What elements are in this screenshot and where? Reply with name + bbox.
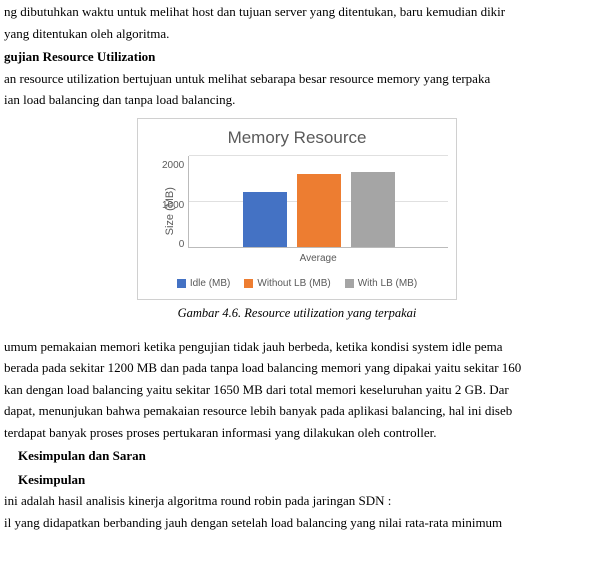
legend-swatch-icon (177, 279, 186, 288)
chart-legend-item: With LB (MB) (345, 276, 417, 291)
legend-swatch-icon (244, 279, 253, 288)
chart-legend: Idle (MB) Without LB (MB) With LB (MB) (146, 276, 448, 291)
chart-ytick: 0 (179, 237, 185, 252)
figure-caption: Gambar 4.6. Resource utilization yang te… (4, 304, 590, 323)
legend-label: Without LB (MB) (257, 276, 330, 291)
chart-bars-region: Average (188, 156, 448, 266)
chart-bar-idle (243, 192, 287, 247)
paragraph-text: umum pemakaian memori ketika pengujian t… (4, 337, 590, 357)
legend-label: With LB (MB) (358, 276, 417, 291)
chart-ylabel-wrap: Size (MB) (146, 156, 162, 266)
chart-plot-area: Size (MB) 2000 1000 0 Average (146, 156, 448, 266)
paragraph-text: yang ditentukan oleh algoritma. (4, 24, 590, 44)
chart-ytick: 2000 (162, 158, 184, 173)
paragraph-text: kan dengan load balancing yaitu sekitar … (4, 380, 590, 400)
chart-ylabel: Size (MB) (162, 187, 179, 235)
legend-label: Idle (MB) (190, 276, 231, 291)
legend-swatch-icon (345, 279, 354, 288)
paragraph-text: an resource utilization bertujuan untuk … (4, 69, 590, 89)
chart-gridline (189, 155, 448, 156)
chart-bar-without-lb (297, 174, 341, 247)
paragraph-text: terdapat banyak proses proses pertukaran… (4, 423, 590, 443)
paragraph-text: berada pada sekitar 1200 MB dan pada tan… (4, 358, 590, 378)
chart-container: Memory Resource Size (MB) 2000 1000 0 Av… (137, 118, 457, 301)
chart-bar-with-lb (351, 172, 395, 247)
chart-title: Memory Resource (146, 125, 448, 151)
chart-xlabel: Average (188, 251, 448, 266)
chart-legend-item: Idle (MB) (177, 276, 231, 291)
paragraph-text: ian load balancing dan tanpa load balanc… (4, 90, 590, 110)
paragraph-text: dapat, menunjukan bahwa pemakaian resour… (4, 401, 590, 421)
paragraph-text: ini adalah hasil analisis kinerja algori… (4, 491, 590, 511)
section-heading: gujian Resource Utilization (4, 47, 590, 67)
paragraph-text: il yang didapatkan berbanding jauh denga… (4, 513, 590, 533)
section-heading: Kesimpulan dan Saran (18, 446, 590, 466)
chart-legend-item: Without LB (MB) (244, 276, 330, 291)
section-heading: Kesimpulan (18, 470, 590, 490)
chart-bars-canvas (188, 156, 448, 248)
paragraph-text: ng dibutuhkan waktu untuk melihat host d… (4, 2, 590, 22)
